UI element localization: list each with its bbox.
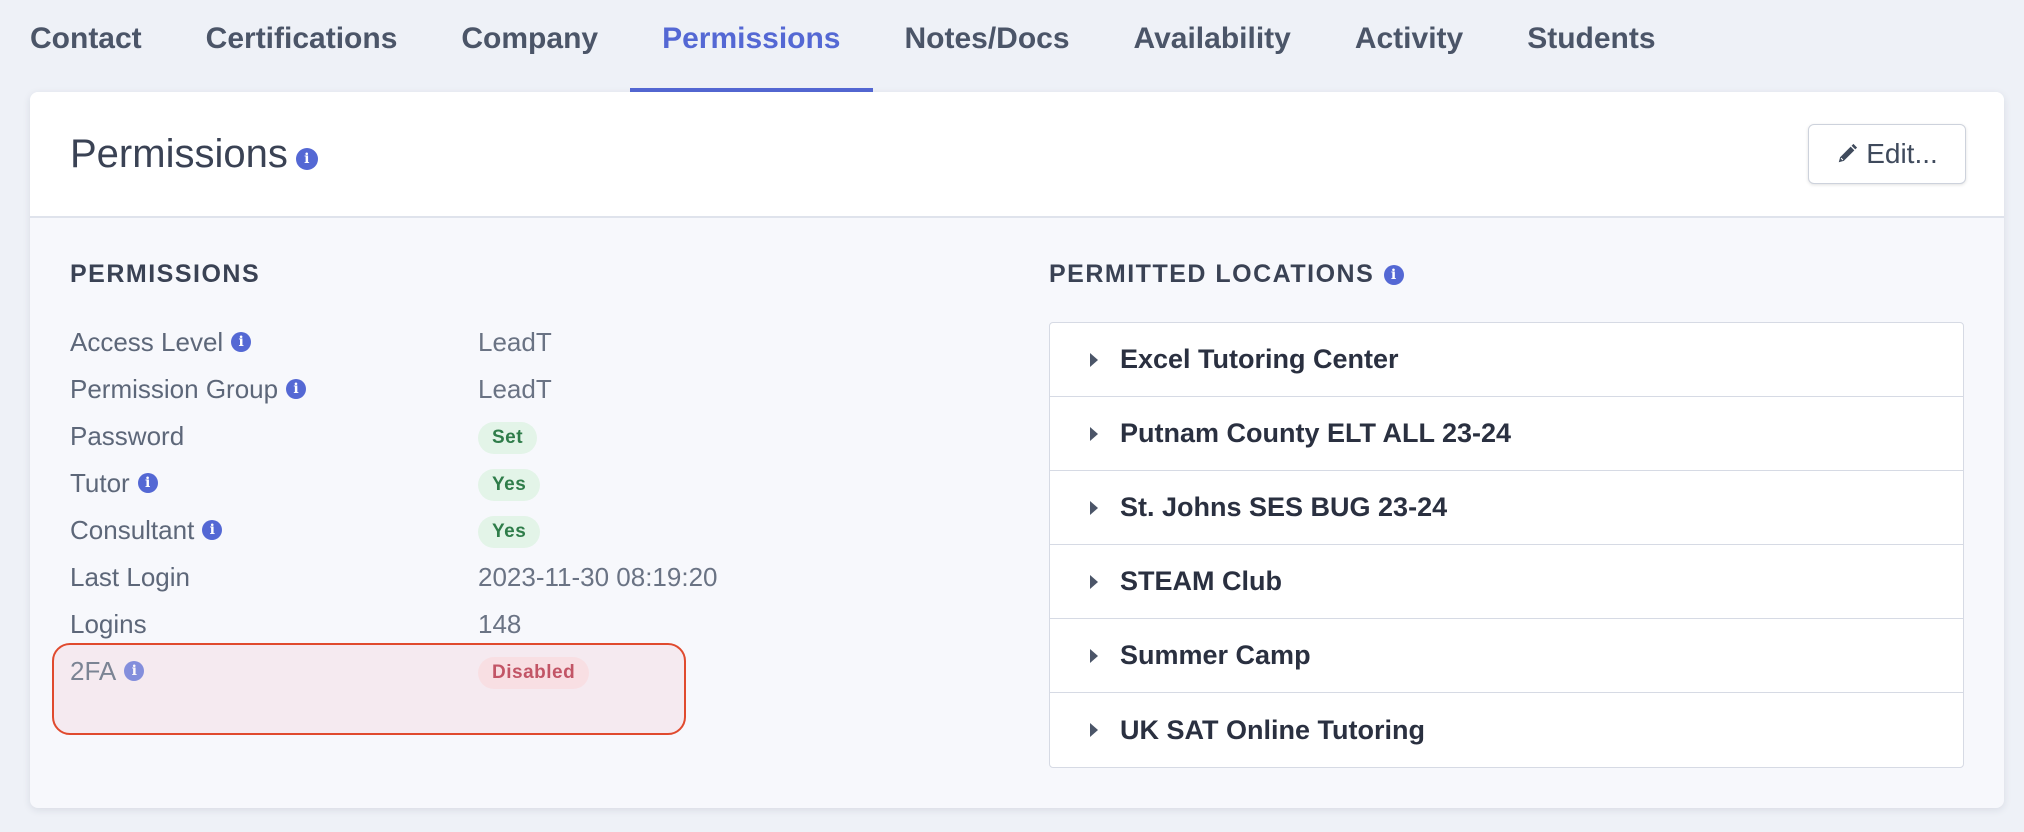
list-item[interactable]: UK SAT Online Tutoring [1050, 693, 1963, 767]
caret-right-icon[interactable] [1090, 352, 1098, 367]
edit-button[interactable]: Edit... [1808, 124, 1966, 184]
perm-value: Yes [478, 466, 541, 501]
tab-notes-docs[interactable]: Notes/Docs [873, 0, 1102, 92]
status-badge: Set [478, 421, 538, 454]
permissions-section-title-text: PERMISSIONS [70, 260, 261, 288]
perm-label-text: Permission Group [70, 373, 279, 404]
caret-right-icon[interactable] [1090, 648, 1098, 663]
location-label: St. Johns SES BUG 23-24 [1120, 492, 1448, 522]
page-title: Permissions i [70, 132, 318, 177]
tab-bar: Contact Certifications Company Permissio… [30, 0, 1688, 92]
tab-students[interactable]: Students [1495, 0, 1687, 92]
perm-label: Last Login [70, 562, 478, 593]
tab-certifications[interactable]: Certifications [174, 0, 430, 92]
caret-right-icon[interactable] [1090, 426, 1098, 441]
caret-right-icon[interactable] [1090, 500, 1098, 515]
list-item[interactable]: Summer Camp [1050, 619, 1963, 693]
info-icon[interactable]: i [286, 379, 307, 399]
perm-label-text: Last Login [70, 561, 190, 592]
perm-row-password: Password Set [70, 416, 970, 456]
perm-row-permission-group: Permission Group i LeadT [70, 369, 970, 409]
perm-row-access-level: Access Level i LeadT [70, 322, 970, 362]
permissions-section-title: PERMISSIONS [70, 260, 260, 289]
locations-list: Excel Tutoring Center Putnam County ELT … [1049, 322, 1964, 768]
perm-label: Tutor i [70, 468, 478, 499]
location-label: Putnam County ELT ALL 23-24 [1120, 418, 1512, 448]
perm-label-text: Access Level [70, 326, 224, 357]
permissions-card: Permissions i Edit... PERMISSIONS Access… [30, 92, 2004, 808]
perm-row-consultant: Consultant i Yes [70, 510, 970, 550]
edit-button-label: Edit... [1866, 138, 1938, 169]
info-icon[interactable]: i [1384, 264, 1405, 285]
list-item[interactable]: St. Johns SES BUG 23-24 [1050, 471, 1963, 545]
perm-row-2fa: 2FA i Disabled [70, 651, 970, 691]
perm-row-last-login: Last Login 2023-11-30 08:19:20 [70, 557, 970, 597]
tab-company[interactable]: Company [429, 0, 630, 92]
status-badge: Disabled [478, 656, 590, 689]
perm-label-text: Password [70, 420, 185, 451]
perm-row-tutor: Tutor i Yes [70, 463, 970, 503]
status-badge: Yes [478, 515, 541, 548]
status-badge: Yes [478, 468, 541, 501]
perm-value: 2023-11-30 08:19:20 [478, 561, 718, 592]
locations-section-title-text: PERMITTED LOCATIONS [1049, 260, 1375, 288]
perm-label-text: 2FA [70, 655, 117, 686]
pencil-icon [1838, 143, 1858, 163]
location-label: STEAM Club [1120, 566, 1282, 596]
perm-label: Consultant i [70, 515, 478, 546]
locations-section-title: PERMITTED LOCATIONS i [1049, 260, 1405, 289]
perm-value: Yes [478, 513, 541, 548]
perm-value: 148 [478, 608, 522, 639]
perm-label: Password [70, 421, 478, 452]
tab-availability[interactable]: Availability [1102, 0, 1323, 92]
list-item[interactable]: STEAM Club [1050, 545, 1963, 619]
info-icon[interactable]: i [202, 520, 223, 540]
perm-value: LeadT [478, 373, 552, 404]
info-icon[interactable]: i [124, 661, 145, 681]
perm-value: Disabled [478, 654, 590, 689]
perm-label-text: Tutor [70, 467, 130, 498]
perm-label: Logins [70, 609, 478, 640]
location-label: Summer Camp [1120, 640, 1311, 670]
perm-label: Access Level i [70, 327, 478, 358]
caret-right-icon[interactable] [1090, 574, 1098, 589]
caret-right-icon[interactable] [1090, 723, 1098, 737]
info-icon[interactable]: i [295, 147, 318, 170]
perm-row-logins: Logins 148 [70, 604, 970, 644]
tab-permissions[interactable]: Permissions [630, 0, 873, 92]
page-title-text: Permissions [70, 132, 288, 176]
perm-label-text: Consultant [70, 514, 195, 545]
location-label: UK SAT Online Tutoring [1120, 714, 1425, 745]
info-icon[interactable]: i [137, 473, 158, 493]
perm-label: 2FA i [70, 656, 478, 687]
perm-label-text: Logins [70, 608, 147, 639]
tab-contact[interactable]: Contact [30, 0, 174, 92]
location-label: Excel Tutoring Center [1120, 344, 1399, 374]
list-item[interactable]: Putnam County ELT ALL 23-24 [1050, 397, 1963, 471]
perm-value: LeadT [478, 326, 552, 357]
perm-label: Permission Group i [70, 374, 478, 405]
card-header: Permissions i Edit... [30, 92, 2004, 218]
list-item[interactable]: Excel Tutoring Center [1050, 323, 1963, 397]
info-icon[interactable]: i [231, 332, 252, 352]
tab-activity[interactable]: Activity [1323, 0, 1495, 92]
perm-value: Set [478, 419, 538, 454]
